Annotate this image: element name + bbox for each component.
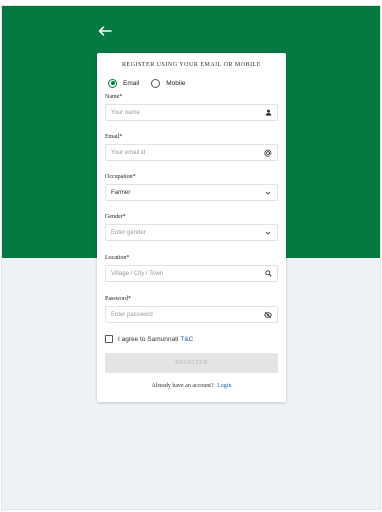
occupation-value: Farmer bbox=[111, 189, 131, 196]
register-method-group: Email Mobile bbox=[105, 77, 278, 89]
mobile-radio[interactable]: Mobile bbox=[151, 78, 186, 88]
name-placeholder: Your name bbox=[111, 109, 140, 116]
register-button[interactable]: REGISTER bbox=[105, 353, 278, 373]
login-prompt: Already have an account? Login bbox=[105, 383, 278, 389]
register-card: REGISTER USING YOUR EMAIL OR MOBILE Emai… bbox=[97, 53, 286, 402]
occupation-select[interactable]: Farmer bbox=[105, 184, 278, 201]
email-label: Email* bbox=[105, 134, 123, 140]
back-arrow-icon[interactable] bbox=[97, 26, 113, 36]
search-icon[interactable] bbox=[264, 270, 272, 278]
location-label: Location* bbox=[105, 255, 130, 261]
name-label: Name* bbox=[105, 94, 123, 100]
location-placeholder: Village / City / Town bbox=[111, 270, 164, 277]
mobile-radio-label: Mobile bbox=[166, 79, 186, 87]
name-field[interactable]: Your name bbox=[105, 104, 278, 121]
login-prompt-text: Already have an account? bbox=[151, 383, 214, 389]
chevron-down-icon[interactable] bbox=[264, 229, 272, 237]
email-radio-label: Email bbox=[123, 79, 140, 87]
login-link[interactable]: Login bbox=[217, 383, 231, 389]
password-label: Password* bbox=[105, 296, 132, 302]
password-field[interactable]: Enter password bbox=[105, 306, 278, 323]
email-placeholder: Your email id bbox=[111, 149, 146, 156]
eye-off-icon[interactable] bbox=[264, 311, 272, 319]
mobile-radio-dot[interactable] bbox=[151, 78, 161, 88]
password-placeholder: Enter password bbox=[111, 311, 153, 318]
gender-placeholder: Enter gender bbox=[111, 229, 146, 236]
card-title: REGISTER USING YOUR EMAIL OR MOBILE bbox=[122, 62, 261, 68]
email-radio-dot[interactable] bbox=[108, 78, 117, 88]
page-frame: REGISTER USING YOUR EMAIL OR MOBILE Emai… bbox=[1, 5, 381, 510]
terms-link[interactable]: T&C bbox=[180, 336, 193, 343]
occupation-label: Occupation* bbox=[105, 174, 136, 180]
gender-label: Gender* bbox=[105, 214, 126, 220]
chevron-down-icon[interactable] bbox=[264, 189, 272, 197]
terms-checkbox[interactable] bbox=[105, 335, 113, 343]
terms-text: I agree to Samunnati bbox=[118, 335, 179, 343]
person-icon bbox=[264, 109, 272, 117]
gender-select[interactable]: Enter gender bbox=[105, 224, 278, 241]
location-field[interactable]: Village / City / Town bbox=[105, 265, 278, 282]
terms-row: I agree to Samunnati T&C bbox=[105, 335, 278, 343]
email-field[interactable]: Your email id bbox=[105, 144, 278, 161]
at-icon bbox=[264, 149, 272, 157]
email-radio[interactable]: Email bbox=[108, 78, 140, 88]
